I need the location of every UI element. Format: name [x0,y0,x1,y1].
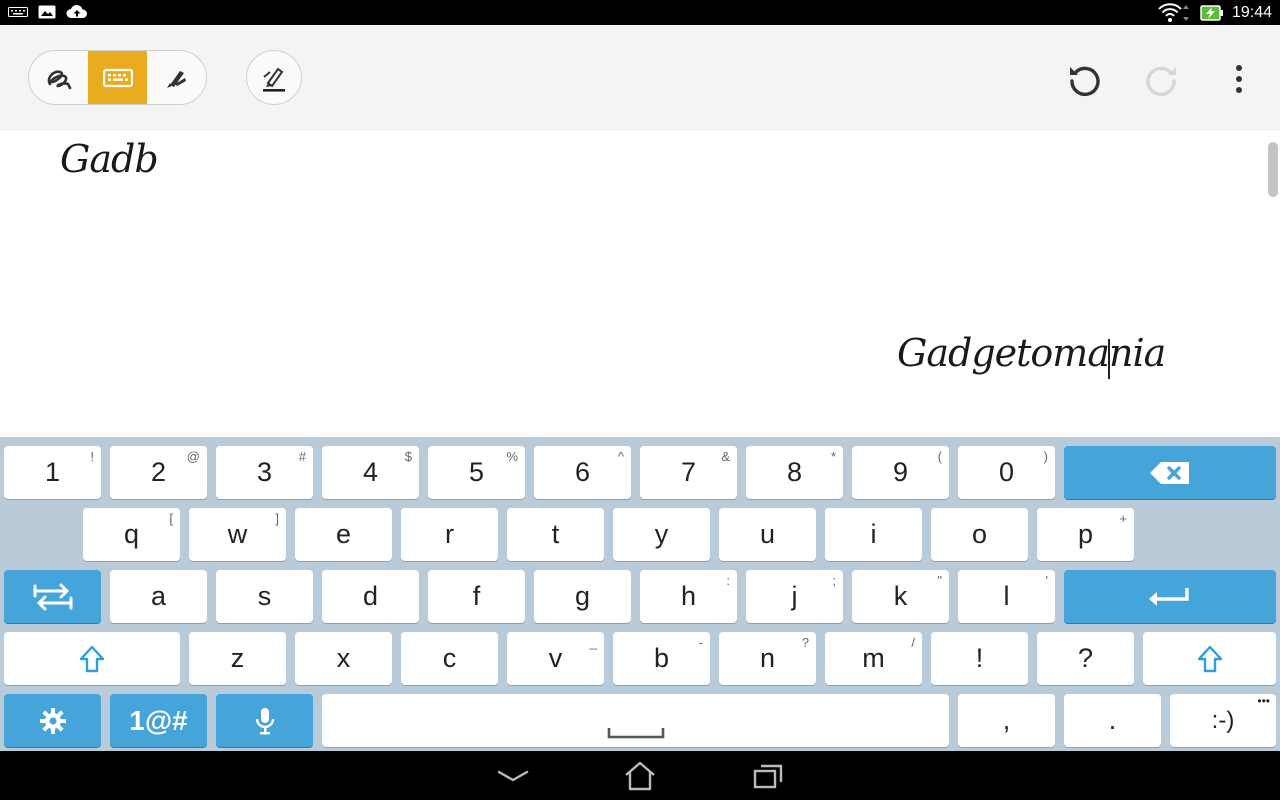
recent-apps-icon [753,764,783,789]
key-m[interactable]: m / [825,632,922,685]
key-2[interactable]: 2 @ [110,446,207,499]
key-9[interactable]: 9( [852,446,949,499]
recent-apps-button[interactable] [748,759,788,793]
image-notification-icon [38,5,56,19]
input-mode-selector [28,50,207,105]
key-question[interactable]: ? [1037,632,1134,685]
key-p[interactable]: p + [1037,508,1134,561]
key-t[interactable]: t [507,508,604,561]
voice-input-key[interactable] [216,694,313,747]
key-period[interactable]: . [1064,694,1161,747]
pen-underline-icon [263,67,285,92]
home-button[interactable] [620,759,660,793]
keyboard-icon [102,68,133,87]
key-n[interactable]: n? [719,632,816,685]
symbols-key[interactable]: 1@# [110,694,207,747]
key-a[interactable]: a [110,570,207,623]
microphone-icon [255,707,274,734]
status-bar: 19:44 [0,0,1280,25]
back-button[interactable] [493,759,533,793]
swap-arrows-icon [33,583,72,610]
key-g[interactable]: g [534,570,631,623]
key-j[interactable]: j; [746,570,843,623]
key-o[interactable]: o [931,508,1028,561]
handwriting-mode-button[interactable] [29,51,88,104]
shift-icon [1197,645,1222,672]
key-s[interactable]: s [216,570,313,623]
emoji-key[interactable]: :-) ••• [1170,694,1276,747]
key-1[interactable]: 1! [4,446,101,499]
switch-layout-key[interactable] [4,570,101,623]
enter-key[interactable] [1064,570,1276,623]
key-r[interactable]: r [401,508,498,561]
keyboard-icon [8,7,28,17]
key-q[interactable]: q[ [83,508,180,561]
space-key[interactable] [322,694,949,747]
brush-icon [166,70,186,88]
navigation-bar [0,751,1280,800]
key-k[interactable]: k " [852,570,949,623]
pen-style-button[interactable] [246,50,302,105]
text-caret [1108,339,1110,379]
gear-icon [39,707,66,734]
key-4[interactable]: 4 $ [322,446,419,499]
key-d[interactable]: d [322,570,419,623]
key-h[interactable]: h: [640,570,737,623]
key-y[interactable]: y [613,508,710,561]
key-0[interactable]: 0) [958,446,1055,499]
key-e[interactable]: e [295,508,392,561]
key-6[interactable]: 6 ^ [534,446,631,499]
undo-button[interactable] [1065,59,1105,99]
more-vertical-icon [1236,65,1242,93]
overflow-menu-button[interactable] [1219,59,1259,99]
back-icon [497,770,529,782]
on-screen-keyboard: 1! 2 @ 3 # 4 $ 5% 6 ^ 7 & 8 * 9( 0) q[ w] e r … [0,437,1280,751]
clock: 19:44 [1231,4,1272,21]
brush-mode-button[interactable] [147,51,206,104]
home-icon [625,761,655,791]
key-exclamation[interactable]: ! [931,632,1028,685]
keyboard-mode-button[interactable] [88,51,147,104]
enter-icon [1149,587,1189,606]
cloud-upload-icon [66,4,88,18]
key-f[interactable]: f [428,570,525,623]
key-b[interactable]: b- [613,632,710,685]
redo-button[interactable] [1141,59,1181,99]
squiggle-icon [47,69,71,89]
key-z[interactable]: z [189,632,286,685]
shift-key-left[interactable] [4,632,180,685]
key-u[interactable]: u [719,508,816,561]
key-8[interactable]: 8 * [746,446,843,499]
key-c[interactable]: c [401,632,498,685]
wifi-icon [1158,3,1189,22]
toolbar [0,25,1280,131]
space-bar-icon [607,728,665,739]
key-5[interactable]: 5% [428,446,525,499]
key-v[interactable]: v _ [507,632,604,685]
key-3[interactable]: 3 # [216,446,313,499]
backspace-key[interactable] [1064,446,1276,499]
scrollbar-thumb[interactable] [1268,142,1278,197]
key-w[interactable]: w] [189,508,286,561]
settings-key[interactable] [4,694,101,747]
shift-key-right[interactable] [1143,632,1276,685]
handwritten-text-top: Gadb [60,137,159,181]
writing-canvas[interactable]: Gadb Gadgetomania [0,131,1280,437]
shift-icon [79,645,105,672]
key-i[interactable]: i [825,508,922,561]
handwritten-text-main: Gadgetomania [897,331,1166,375]
key-7[interactable]: 7 & [640,446,737,499]
battery-charging-icon [1200,5,1223,21]
redo-icon [1146,66,1176,97]
key-comma[interactable]: , [958,694,1055,747]
backspace-icon [1150,461,1189,484]
key-l[interactable]: l ' [958,570,1055,623]
undo-icon [1070,66,1100,97]
key-x[interactable]: x [295,632,392,685]
